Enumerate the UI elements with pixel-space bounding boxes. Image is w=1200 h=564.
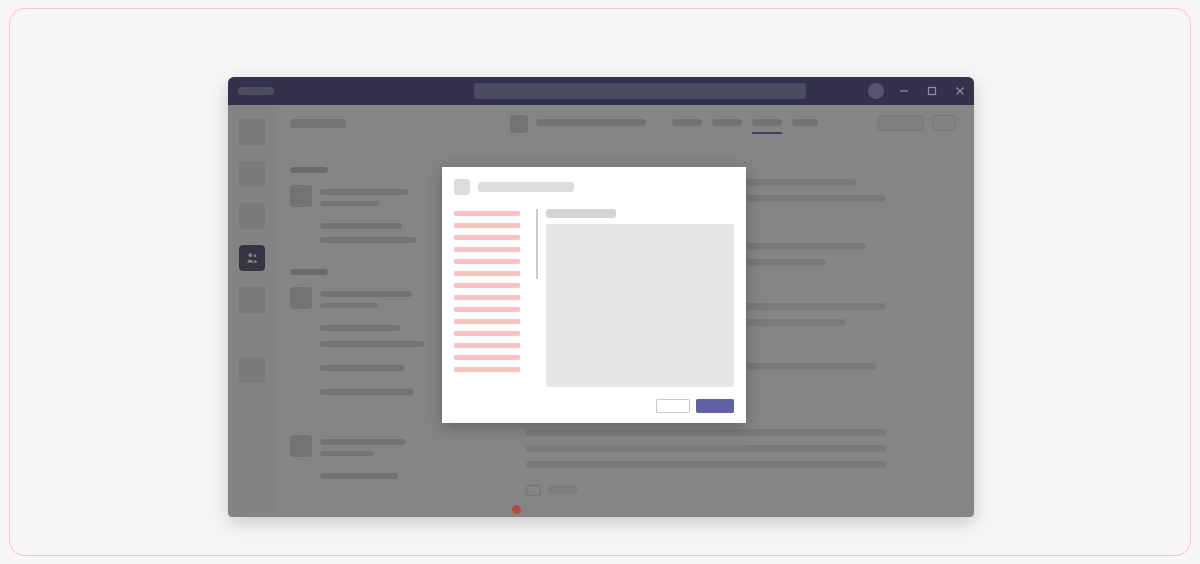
dialog-left-item[interactable]	[454, 271, 520, 276]
teams-window	[228, 77, 974, 517]
profile-avatar[interactable]	[868, 83, 884, 99]
notification-dot-icon	[512, 505, 521, 514]
dialog-left-item[interactable]	[454, 283, 520, 288]
window-maximize-button[interactable]	[918, 77, 946, 105]
titlebar	[228, 77, 974, 105]
app-brand	[238, 87, 274, 95]
dialog-separator	[536, 209, 538, 279]
dialog-field-label	[546, 209, 616, 218]
dialog-left-item[interactable]	[454, 211, 520, 216]
window-minimize-button[interactable]	[890, 77, 918, 105]
outer-frame	[9, 8, 1191, 556]
dialog-left-item[interactable]	[454, 247, 520, 252]
dialog-left-item[interactable]	[454, 295, 520, 300]
window-close-button[interactable]	[946, 77, 974, 105]
dialog-left-item[interactable]	[454, 343, 520, 348]
dialog-left-item[interactable]	[454, 259, 520, 264]
dialog-textarea[interactable]	[546, 224, 734, 387]
dialog-left-item[interactable]	[454, 367, 520, 372]
dialog-left-item[interactable]	[454, 235, 520, 240]
settings-dialog	[442, 167, 746, 423]
dialog-footer	[656, 399, 734, 413]
dialog-title	[478, 182, 574, 192]
dialog-left-item[interactable]	[454, 331, 520, 336]
dialog-cancel-button[interactable]	[656, 399, 690, 413]
dialog-left-item[interactable]	[454, 223, 520, 228]
dialog-icon	[454, 179, 470, 195]
dialog-right-pane	[546, 209, 734, 387]
dialog-body	[454, 209, 734, 387]
dialog-header	[454, 179, 574, 195]
dialog-left-item[interactable]	[454, 307, 520, 312]
dialog-left-item[interactable]	[454, 355, 520, 360]
stage	[0, 0, 1200, 564]
search-input[interactable]	[474, 83, 806, 99]
dialog-left-list	[454, 209, 528, 387]
dialog-left-item[interactable]	[454, 319, 520, 324]
dialog-confirm-button[interactable]	[696, 399, 734, 413]
